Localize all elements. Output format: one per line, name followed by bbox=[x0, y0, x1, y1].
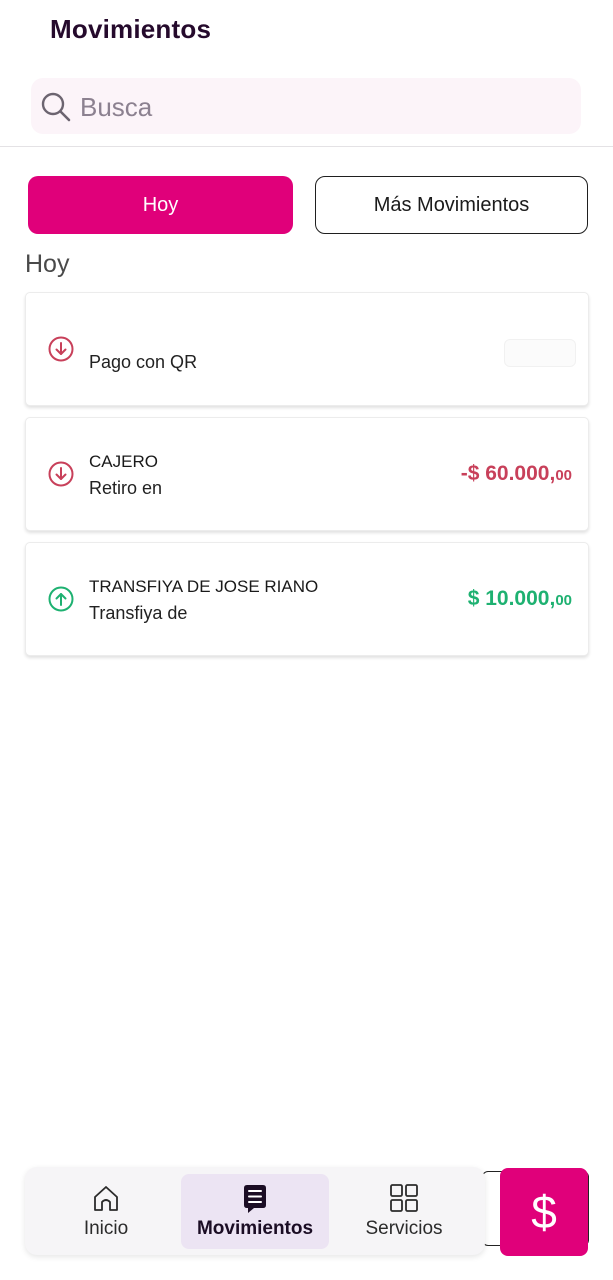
amount-main: -$ 60.000, bbox=[460, 462, 556, 485]
page-title: Movimientos bbox=[50, 14, 212, 44]
movement-amount-hidden bbox=[504, 339, 576, 367]
nav-item-label: Movimientos bbox=[196, 1218, 314, 1239]
tab-mas-movimientos[interactable]: Más Movimientos bbox=[315, 176, 588, 234]
nav-item-inicio[interactable]: Inicio bbox=[32, 1174, 180, 1249]
arrow-down-circle-icon bbox=[48, 336, 74, 362]
movement-card[interactable]: Pago con QR bbox=[25, 292, 589, 406]
movement-title: CAJERO bbox=[89, 452, 158, 471]
document-icon bbox=[244, 1185, 266, 1213]
search-icon bbox=[41, 92, 71, 122]
grid-icon bbox=[390, 1184, 418, 1212]
dollar-fab-button[interactable]: $ bbox=[500, 1168, 588, 1256]
arrow-up-circle-icon bbox=[48, 586, 74, 612]
nav-item-servicios[interactable]: Servicios bbox=[330, 1174, 478, 1249]
nav-item-label: Servicios bbox=[365, 1218, 443, 1239]
movement-subtitle: Retiro en bbox=[89, 478, 163, 498]
movement-subtitle: Pago con QR bbox=[89, 352, 198, 372]
search-input[interactable] bbox=[78, 86, 562, 128]
arrow-down-circle-icon bbox=[48, 461, 74, 487]
bottom-nav: Inicio Movimientos Servicios bbox=[25, 1167, 485, 1255]
movement-subtitle: Transfiya de bbox=[89, 603, 188, 623]
amount-main: $ 10.000, bbox=[467, 587, 556, 610]
section-label-hoy: Hoy bbox=[25, 250, 70, 278]
search-bar[interactable] bbox=[31, 78, 581, 134]
nav-item-movimientos[interactable]: Movimientos bbox=[181, 1174, 329, 1249]
header-divider bbox=[0, 146, 613, 147]
tab-hoy[interactable]: Hoy bbox=[28, 176, 293, 234]
movement-card[interactable]: CAJERO Retiro en -$ 60.000,00 bbox=[25, 417, 589, 531]
nav-item-label: Inicio bbox=[83, 1218, 129, 1239]
movement-amount: -$ 60.000,00 bbox=[461, 462, 572, 486]
movement-card[interactable]: TRANSFIYA DE JOSE RIANO Transfiya de $ 1… bbox=[25, 542, 589, 656]
amount-cents: 00 bbox=[555, 467, 572, 484]
movement-amount: $ 10.000,00 bbox=[468, 587, 572, 611]
home-icon bbox=[94, 1186, 118, 1211]
movement-title: TRANSFIYA DE JOSE RIANO bbox=[89, 577, 319, 596]
amount-cents: 00 bbox=[555, 592, 572, 609]
